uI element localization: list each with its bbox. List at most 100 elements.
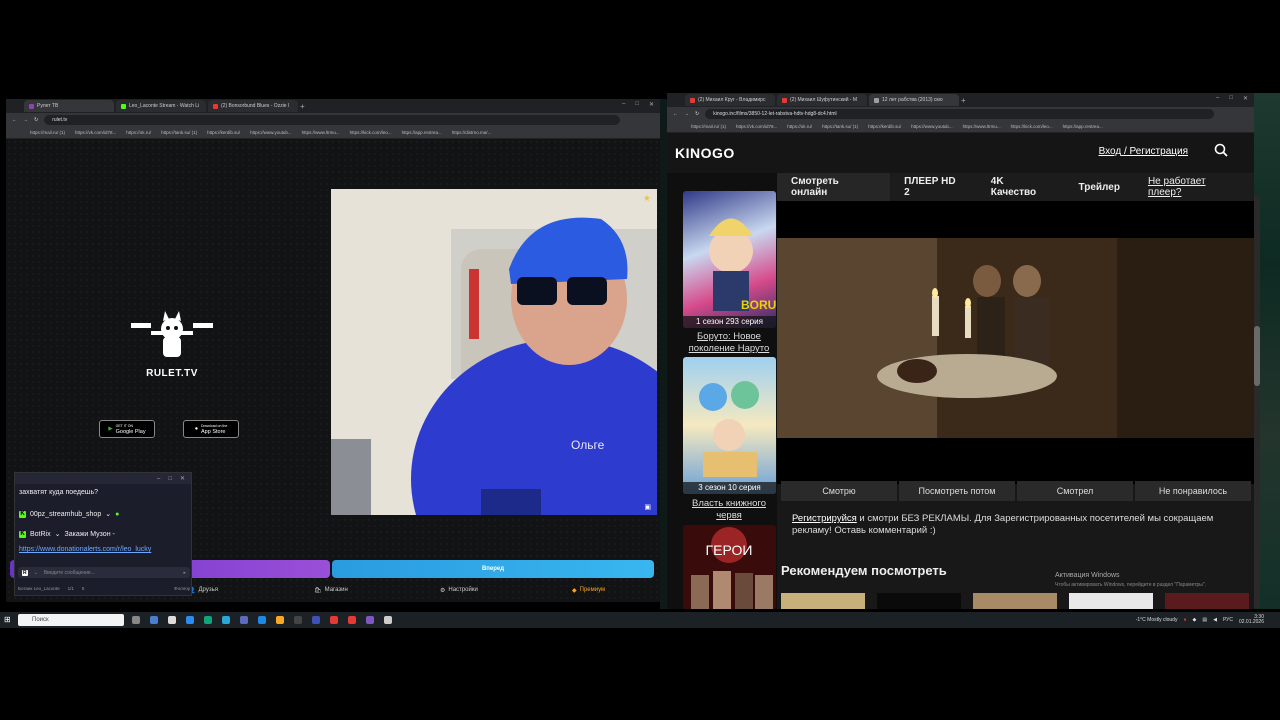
page-scrollbar[interactable] <box>1254 196 1260 608</box>
app-icon[interactable] <box>312 616 320 624</box>
bookmark-item[interactable]: https://mail.ru/ (1) <box>691 124 726 129</box>
recommend-thumb[interactable] <box>1165 593 1249 609</box>
tab-watch-online[interactable]: Смотреть онлайн <box>777 173 891 201</box>
url-field[interactable]: kinogo.inc/films/3850-12-let-rabstva-hdt… <box>705 109 1214 119</box>
register-promo-link[interactable]: Регистрируйся <box>792 513 857 524</box>
tab-player-hd2[interactable]: ПЛЕЕР HD 2 <box>890 173 977 201</box>
chat-link[interactable]: https://www.donationalerts.com/r/leo_luc… <box>19 546 151 553</box>
app-icon[interactable] <box>276 616 284 624</box>
forward-icon[interactable]: → <box>684 111 689 117</box>
bookmark-item[interactable]: https://www.ltrmu... <box>302 130 340 135</box>
close-icon[interactable]: ✕ <box>1243 95 1248 102</box>
bookmark-item[interactable]: https://www.ltrmu... <box>963 124 1001 129</box>
chat-footer-follow[interactable]: Фоллоу <box>174 586 190 591</box>
tray-icon[interactable]: ● <box>1183 617 1186 623</box>
chat-input[interactable]: R ⌄ Введите сообщение... ▸ <box>18 567 190 578</box>
recommend-thumb[interactable] <box>781 593 865 609</box>
send-icon[interactable]: ▸ <box>183 570 186 576</box>
close-icon[interactable]: ✕ <box>649 101 654 108</box>
nav-premium[interactable]: ◆ Премиум <box>572 587 605 594</box>
chrome-icon[interactable] <box>330 616 338 624</box>
tab-trailer[interactable]: Трейлер <box>1065 173 1134 201</box>
bookmark-item[interactable]: https://www.youtub... <box>911 124 953 129</box>
chat-username[interactable]: BotRix <box>30 531 51 538</box>
poster-title-link[interactable]: Боруто: Новое поколение Наруто <box>681 331 777 355</box>
reload-icon[interactable]: ↻ <box>34 117 38 123</box>
telegram-icon[interactable] <box>222 616 230 624</box>
windows-start-icon[interactable]: ⊞ <box>4 615 11 624</box>
app-store-button[interactable]: ● Download on the App Store <box>183 420 239 438</box>
new-tab-icon[interactable]: + <box>300 102 305 111</box>
kinogo-logo[interactable]: KINOGO <box>675 145 735 161</box>
forward-icon[interactable]: → <box>23 117 28 123</box>
maximize-icon[interactable]: □ <box>635 101 639 108</box>
bookmark-item[interactable]: https://ok.ru/ <box>126 130 151 135</box>
bookmark-item[interactable]: https://kick.com/leo... <box>350 130 392 135</box>
tab-kick[interactable]: Leo_Laconte Stream - Watch Li <box>116 100 206 112</box>
tab-youtube-krug[interactable]: (2) Михаил Круг - Владимирс <box>685 94 775 106</box>
network-icon[interactable]: ▤ <box>1202 617 1207 623</box>
search-icon[interactable] <box>1214 143 1228 157</box>
bookmark-item[interactable]: https://vk.com/id78... <box>75 130 116 135</box>
star-icon[interactable]: ★ <box>643 193 651 204</box>
bookmark-item[interactable]: https://tank.su/ (1) <box>161 130 197 135</box>
bookmark-item[interactable]: https://kerdib.su/ <box>207 130 240 135</box>
player-broken-link[interactable]: Не работает плеер? <box>1134 173 1254 201</box>
app-icon[interactable] <box>384 616 392 624</box>
app-icon[interactable] <box>240 616 248 624</box>
back-icon[interactable]: ← <box>673 111 678 117</box>
poster-boruto[interactable]: BORUTO 1 сезон 293 серия <box>683 191 776 328</box>
url-field[interactable]: rulet.tv <box>44 115 620 125</box>
bookmark-item[interactable]: https://www.youtub... <box>250 130 292 135</box>
app-icon[interactable] <box>258 616 266 624</box>
bookmark-item[interactable]: https://kerdib.su/ <box>868 124 901 129</box>
nav-shop[interactable]: 🛍 Магазин <box>314 587 348 594</box>
edge-icon[interactable] <box>204 616 212 624</box>
bookmark-item[interactable]: https://mail.ru/ (1) <box>30 130 65 135</box>
bookmark-item[interactable]: https://vk.com/id78... <box>736 124 777 129</box>
poster-bookworm[interactable]: 3 сезон 10 серия <box>683 357 776 494</box>
bookmark-item[interactable]: https://app.restrea... <box>1063 124 1103 129</box>
tab-youtube[interactable]: (2) Bonsorbund Blues - Ozzie I <box>208 100 298 112</box>
google-play-button[interactable]: ▶ GET IT ON Google Play <box>99 420 155 438</box>
maximize-icon[interactable]: □ <box>168 476 172 482</box>
recommend-thumb[interactable] <box>973 593 1057 609</box>
tab-rulet[interactable]: Рулет ТВ <box>24 100 114 112</box>
widgets-icon[interactable] <box>150 616 158 624</box>
back-icon[interactable]: ← <box>12 117 17 123</box>
app-icon[interactable] <box>366 616 374 624</box>
minimize-icon[interactable]: – <box>157 476 160 482</box>
chrome-icon[interactable] <box>348 616 356 624</box>
reload-icon[interactable]: ↻ <box>695 111 699 117</box>
language-indicator[interactable]: РУС <box>1223 617 1233 623</box>
scrollbar-thumb[interactable] <box>1254 326 1260 386</box>
close-icon[interactable]: ✕ <box>180 475 185 482</box>
bookmark-item[interactable]: https://tank.su/ (1) <box>822 124 858 129</box>
bookmark-item[interactable]: https://app.restrea... <box>402 130 442 135</box>
disliked-button[interactable]: Не понравилось <box>1135 481 1251 501</box>
login-link[interactable]: Вход <box>1099 146 1122 157</box>
app-icon[interactable] <box>294 616 302 624</box>
poster-heroes[interactable]: ГЕРОИ <box>683 525 776 609</box>
tab-4k[interactable]: 4K Качество <box>977 173 1065 201</box>
bookmark-item[interactable]: https://distrno.ma/... <box>452 130 492 135</box>
recommend-thumb[interactable] <box>1069 593 1153 609</box>
nav-friends[interactable]: 👤Друзья <box>188 587 218 594</box>
bookmark-item[interactable]: https://kick.com/leo... <box>1011 124 1053 129</box>
media-icon[interactable] <box>168 616 176 624</box>
bookmark-item[interactable]: https://ok.ru/ <box>787 124 812 129</box>
video-player[interactable] <box>777 201 1254 484</box>
new-tab-icon[interactable]: + <box>961 96 966 105</box>
maximize-icon[interactable]: □ <box>1229 95 1233 102</box>
tray-icon[interactable]: ◆ <box>1193 617 1197 623</box>
camera-settings-icon[interactable]: ▣ <box>644 503 651 511</box>
explorer-icon[interactable] <box>186 616 194 624</box>
watched-button[interactable]: Смотрел <box>1017 481 1133 501</box>
recommend-thumb[interactable] <box>877 593 961 609</box>
chat-username[interactable]: 00pz_streamhub_shop <box>30 511 101 518</box>
tab-kinogo[interactable]: 12 лет рабства (2013) смо <box>869 94 959 106</box>
nav-settings[interactable]: ⚙ Настройки <box>440 587 478 594</box>
watch-later-button[interactable]: Посмотреть потом <box>899 481 1015 501</box>
taskbar-search[interactable]: Поиск <box>18 614 124 626</box>
watching-button[interactable]: Смотрю <box>781 481 897 501</box>
